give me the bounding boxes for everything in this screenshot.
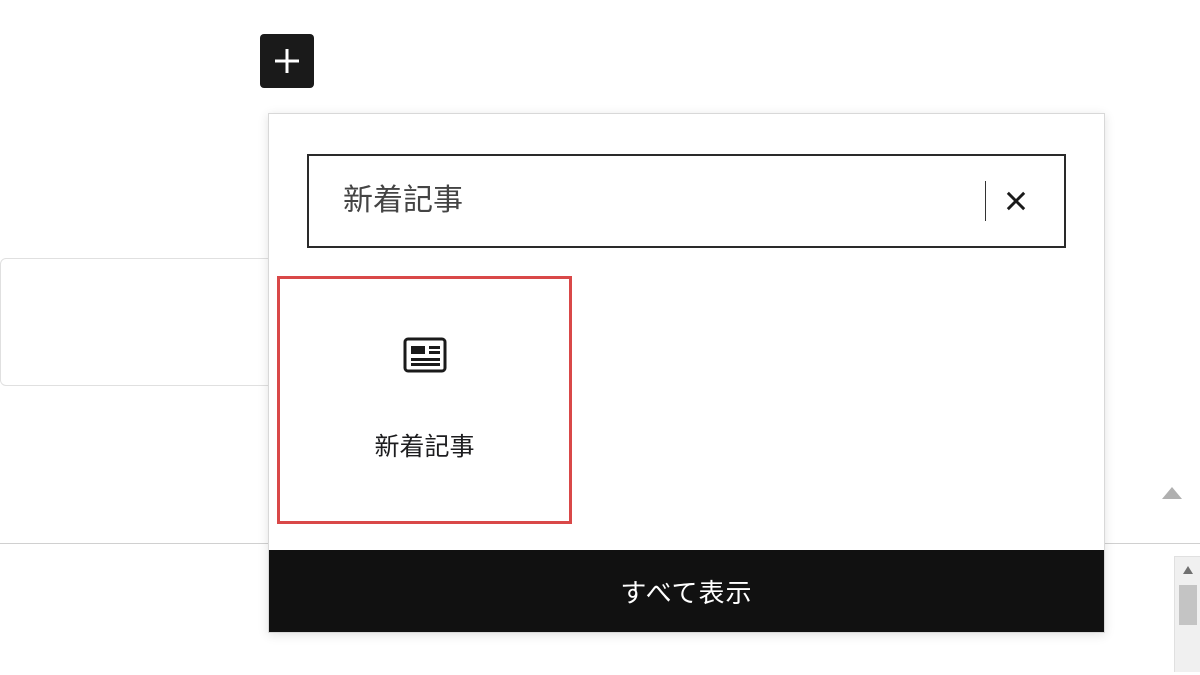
show-all-button[interactable]: すべて表示	[269, 550, 1104, 632]
newspaper-icon	[403, 337, 447, 373]
search-input-wrap	[307, 154, 1066, 248]
close-icon	[1002, 187, 1030, 215]
block-inserter-popover: 新着記事 すべて表示	[268, 113, 1105, 633]
chevron-up-icon	[1182, 565, 1194, 575]
block-item-label: 新着記事	[374, 427, 474, 463]
vertical-scrollbar[interactable]	[1174, 556, 1200, 672]
block-search-input[interactable]	[343, 181, 986, 221]
search-row	[269, 114, 1104, 276]
scrollbar-up-button[interactable]	[1175, 557, 1200, 583]
chevron-up-icon	[1162, 487, 1182, 499]
add-block-button[interactable]	[260, 34, 314, 88]
block-results: 新着記事	[269, 276, 1104, 550]
block-item-recent-posts[interactable]: 新着記事	[277, 276, 572, 524]
scrollbar-thumb[interactable]	[1179, 585, 1197, 625]
plus-icon	[269, 43, 305, 79]
clear-search-button[interactable]	[996, 181, 1036, 221]
